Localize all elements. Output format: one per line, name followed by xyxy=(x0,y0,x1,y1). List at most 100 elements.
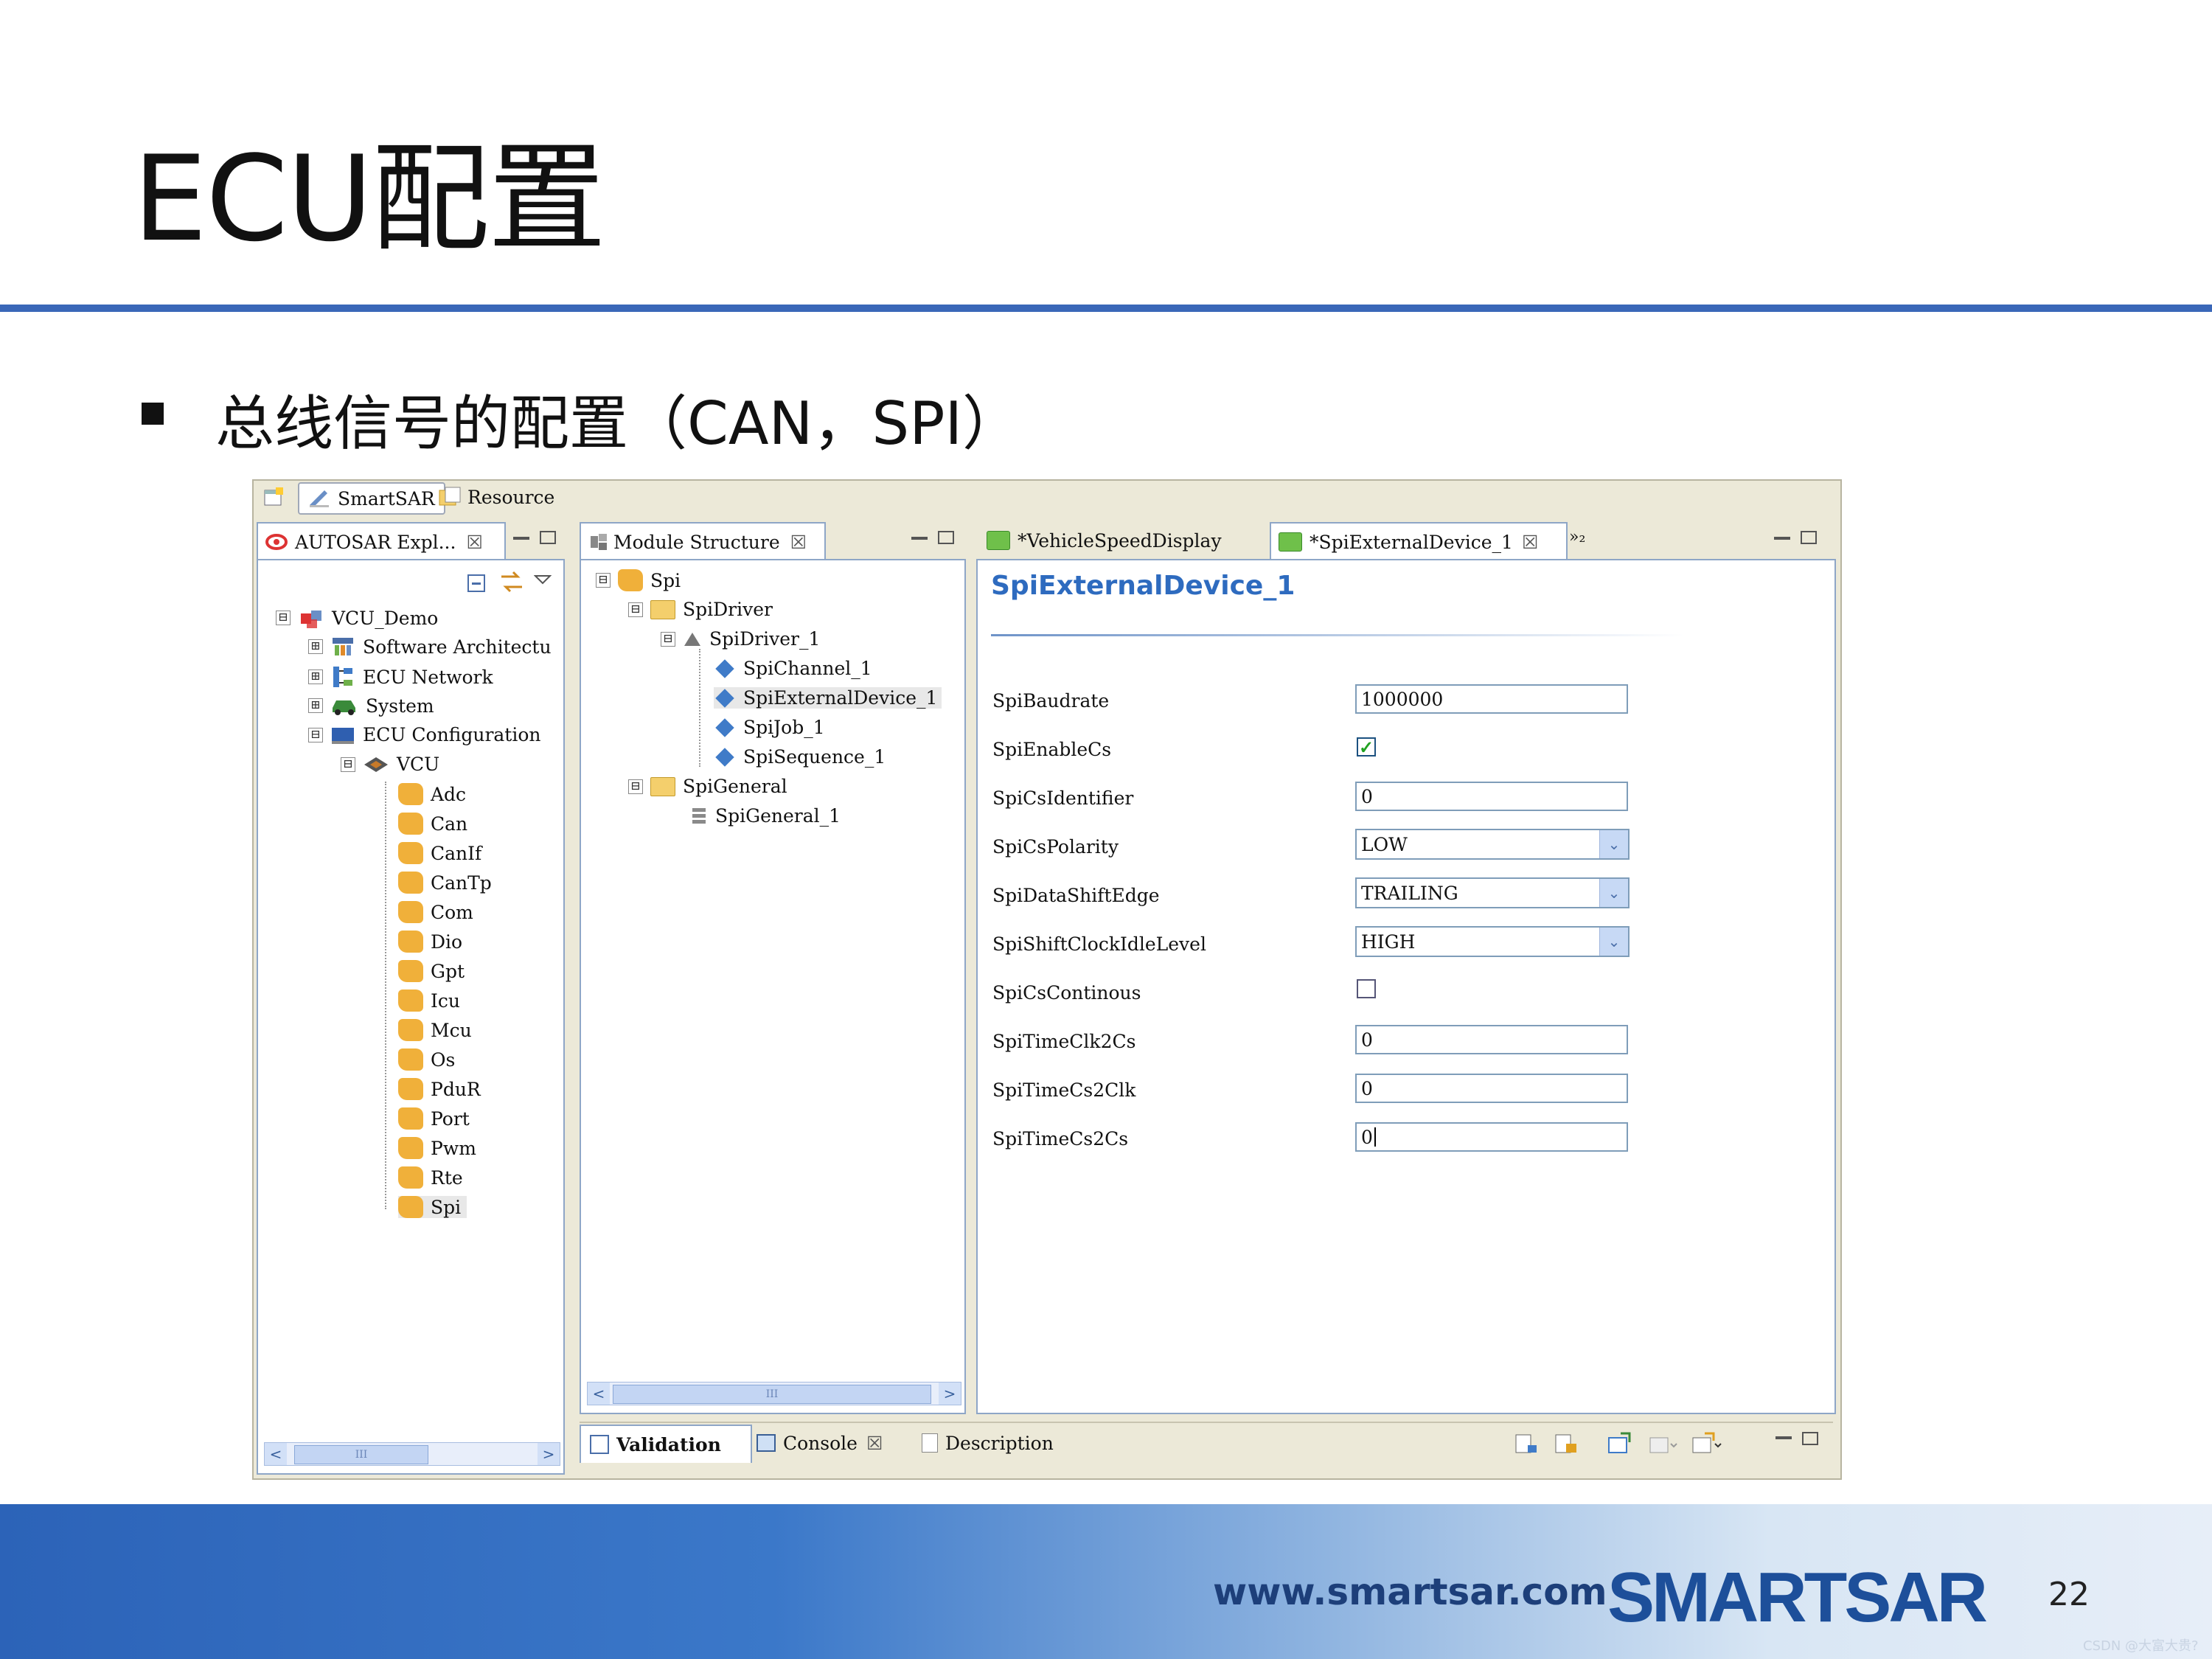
tree-item-ecu-configuration[interactable]: ⊟ ECU Configuration xyxy=(308,724,541,745)
tab-console[interactable]: Console ☒ xyxy=(749,1425,911,1461)
tab-label: Validation xyxy=(616,1433,721,1455)
maximize-icon[interactable] xyxy=(540,531,556,544)
diamond-icon xyxy=(715,747,734,767)
tree-item-spi[interactable]: ⊟ Spi xyxy=(596,569,681,591)
spicscontinous-checkbox[interactable] xyxy=(1357,979,1376,998)
tree-item-spisequence-1[interactable]: SpiSequence_1 xyxy=(714,746,886,768)
link-with-editor-icon[interactable] xyxy=(498,569,525,594)
tree-item-vcu[interactable]: ⊟ VCU xyxy=(341,754,439,775)
scroll-right-icon[interactable]: > xyxy=(538,1443,560,1465)
field-label-spitimecs2clk: SpiTimeCs2Clk xyxy=(992,1079,1136,1101)
spicspolarity-select[interactable]: LOW ⌄ xyxy=(1355,829,1630,860)
perspective-tab-resource[interactable]: Resource xyxy=(438,482,554,512)
tree-item-port[interactable]: Port xyxy=(398,1107,470,1130)
tree-item-mcu[interactable]: Mcu xyxy=(398,1019,472,1041)
module-icon xyxy=(398,872,423,894)
close-icon[interactable]: ☒ xyxy=(466,532,482,553)
tree-item-ecu-network[interactable]: ⊞ ECU Network xyxy=(308,665,493,689)
tree-item-spidriver[interactable]: ⊟ SpiDriver xyxy=(628,599,773,620)
view-menu-icon[interactable] xyxy=(533,571,552,585)
tree-item-rte[interactable]: Rte xyxy=(398,1166,463,1189)
tree-item-dio[interactable]: Dio xyxy=(398,931,462,953)
collapse-icon[interactable]: ⊟ xyxy=(308,727,323,742)
tree-item-software-architecture[interactable]: ⊞ Software Architectu xyxy=(308,636,552,658)
collapse-icon[interactable]: ⊟ xyxy=(628,779,643,794)
tree-item-adc[interactable]: Adc xyxy=(398,783,466,805)
collapse-icon[interactable]: ⊟ xyxy=(341,757,355,772)
close-icon[interactable]: ☒ xyxy=(1522,532,1538,553)
maximize-icon[interactable] xyxy=(1802,1432,1818,1445)
tab-module-structure[interactable]: Module Structure ☒ xyxy=(580,522,826,560)
maximize-icon[interactable] xyxy=(1801,531,1817,544)
close-icon[interactable]: ☒ xyxy=(790,532,807,553)
chevron-down-icon[interactable]: ⌄ xyxy=(1599,928,1628,956)
collapse-icon[interactable]: ⊟ xyxy=(628,602,643,617)
lock-icon[interactable] xyxy=(1553,1432,1579,1457)
tab-autosar-explorer[interactable]: AUTOSAR Expl... ☒ xyxy=(257,522,506,560)
tree-item-canif[interactable]: CanIf xyxy=(398,842,481,864)
close-icon[interactable]: ☒ xyxy=(866,1433,883,1454)
scroll-thumb[interactable]: III xyxy=(294,1445,428,1464)
open-perspective-icon[interactable] xyxy=(262,487,285,509)
export-icon[interactable] xyxy=(1513,1432,1540,1457)
tree-item-icu[interactable]: Icu xyxy=(398,990,460,1012)
scroll-left-icon[interactable]: < xyxy=(265,1443,287,1465)
tree-item-spiexternaldevice-1-selected[interactable]: SpiExternalDevice_1 xyxy=(714,687,942,709)
tab-vehicle-speed-display[interactable]: *VehicleSpeedDisplay xyxy=(979,522,1274,559)
tree-item-system[interactable]: ⊞ System xyxy=(308,695,434,717)
tab-validation[interactable]: Validation xyxy=(580,1425,752,1463)
tree-item-spijob-1[interactable]: SpiJob_1 xyxy=(714,717,825,738)
tree-item-can[interactable]: Can xyxy=(398,813,467,835)
tree-item-cantp[interactable]: CanTp xyxy=(398,872,492,894)
tree-item-spichannel-1[interactable]: SpiChannel_1 xyxy=(714,658,872,679)
tree-item-spigeneral[interactable]: ⊟ SpiGeneral xyxy=(628,776,787,797)
collapse-all-icon[interactable] xyxy=(466,572,488,594)
spidatashiftedge-select[interactable]: TRAILING ⌄ xyxy=(1355,877,1630,908)
tree-item-spidriver-1[interactable]: ⊟ SpiDriver_1 xyxy=(661,628,820,650)
tree-item-gpt[interactable]: Gpt xyxy=(398,960,465,982)
minimize-icon[interactable] xyxy=(1775,1436,1792,1439)
bullet-marker xyxy=(142,403,164,425)
horizontal-scrollbar[interactable]: < III > xyxy=(587,1382,961,1405)
expand-icon[interactable]: ⊞ xyxy=(308,669,323,684)
spishiftclockidlelevel-select[interactable]: HIGH ⌄ xyxy=(1355,926,1630,957)
spienablecs-checkbox[interactable]: ✓ xyxy=(1357,737,1376,758)
collapse-icon[interactable]: ⊟ xyxy=(661,631,675,647)
minimize-icon[interactable] xyxy=(1774,537,1790,540)
scroll-left-icon[interactable]: < xyxy=(588,1382,610,1405)
spitimeclk2cs-input[interactable]: 0 xyxy=(1355,1025,1628,1054)
spicsidentifier-input[interactable]: 0 xyxy=(1355,782,1628,811)
watermark: CSDN @大富大贵? xyxy=(2083,1638,2199,1654)
collapse-icon[interactable]: ⊟ xyxy=(276,611,291,625)
spitimecs2clk-input[interactable]: 0 xyxy=(1355,1074,1628,1103)
scroll-right-icon[interactable]: > xyxy=(939,1382,961,1405)
open-console-icon[interactable] xyxy=(1606,1432,1632,1457)
expand-icon[interactable]: ⊞ xyxy=(308,639,323,654)
tree-item-vcu-demo[interactable]: ⊟ VCU_Demo xyxy=(276,606,438,630)
expand-icon[interactable]: ⊞ xyxy=(308,698,323,713)
tab-spi-external-device[interactable]: *SpiExternalDevice_1 ☒ xyxy=(1270,522,1568,560)
chevron-down-icon[interactable]: ⌄ xyxy=(1599,830,1628,858)
spibaudrate-input[interactable]: 1000000 xyxy=(1355,684,1628,714)
chevron-down-icon[interactable]: ⌄ xyxy=(1599,879,1628,907)
form-title: SpiExternalDevice_1 xyxy=(991,571,1295,601)
collapse-icon[interactable]: ⊟ xyxy=(596,573,611,588)
tab-description[interactable]: Description xyxy=(914,1425,1069,1461)
spitimecs2cs-input[interactable]: 0 xyxy=(1355,1122,1628,1152)
tree-item-spigeneral-1[interactable]: SpiGeneral_1 xyxy=(690,805,841,827)
new-console-icon[interactable] xyxy=(1690,1432,1722,1457)
tree-item-pdur[interactable]: PduR xyxy=(398,1078,481,1100)
field-label-spitimecs2cs: SpiTimeCs2Cs xyxy=(992,1128,1129,1150)
tree-item-com[interactable]: Com xyxy=(398,901,473,923)
horizontal-scrollbar[interactable]: < III > xyxy=(264,1442,560,1466)
minimize-icon[interactable] xyxy=(911,537,928,540)
tree-item-spi-selected[interactable]: Spi xyxy=(398,1196,467,1218)
tree-item-pwm[interactable]: Pwm xyxy=(398,1137,476,1159)
perspective-tab-smartsar[interactable]: SmartSAR xyxy=(298,482,445,515)
editor-overflow-tabs[interactable]: »₂ xyxy=(1569,528,1585,546)
maximize-icon[interactable] xyxy=(938,531,954,544)
tree-item-os[interactable]: Os xyxy=(398,1048,455,1071)
scroll-thumb[interactable]: III xyxy=(613,1385,931,1404)
minimize-icon[interactable] xyxy=(513,537,529,540)
display-selected-console-icon[interactable] xyxy=(1647,1432,1680,1457)
